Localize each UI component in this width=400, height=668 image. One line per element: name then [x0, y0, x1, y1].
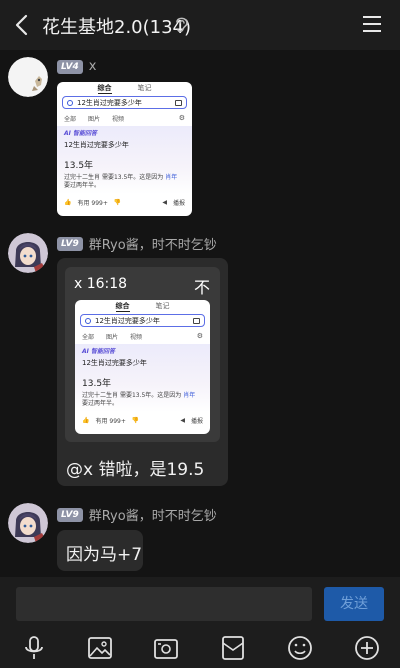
play-label: 播报 — [190, 418, 203, 425]
play-label: 播报 — [172, 200, 185, 207]
message-bubble[interactable]: 因为马+7 — [57, 530, 143, 571]
ai-desc: 过完十二生肖 需要13.5年。这是因为 肖年 要过两年半。 — [64, 174, 178, 189]
sender-name[interactable]: 群Ryo酱，时不时乞钞 — [89, 505, 217, 524]
send-button[interactable]: 发送 — [324, 587, 384, 621]
shot-subtab: 视频 — [112, 116, 125, 123]
file-icon[interactable] — [220, 635, 246, 661]
shot-ai-answer: AI 智能回答 12生肖过完要多少年 13.5年 过完十二生肖 需要13.5年。… — [75, 344, 210, 412]
shot-subtab: 全部 — [82, 334, 95, 341]
ai-answer: 13.5年 — [64, 161, 94, 171]
level-badge: LV9 — [57, 507, 83, 522]
shot-tab: 综合 — [115, 301, 130, 312]
ear-icon — [176, 17, 188, 33]
pin-icon: 不 — [193, 278, 210, 297]
shot-tab: 笔记 — [137, 84, 152, 92]
message-input[interactable] — [16, 587, 312, 621]
group-title[interactable]: 花生基地2.0(134) — [42, 13, 191, 39]
shot-subtab: 视频 — [130, 334, 143, 341]
message-text: @x 错啦，是19.5 — [66, 460, 205, 480]
sender-name[interactable]: x — [89, 59, 97, 74]
useful-count: 有用 999+ — [95, 418, 126, 425]
avatar[interactable] — [8, 503, 48, 543]
shot-subtab: 图片 — [106, 334, 119, 341]
shot-subtab: 全部 — [64, 116, 77, 123]
ai-label: AI 智能回答 — [82, 348, 115, 355]
level-badge: LV4 — [57, 59, 83, 74]
plus-icon[interactable] — [354, 635, 380, 661]
shot-tabs: 综合 笔记 — [57, 82, 192, 94]
mic-icon[interactable] — [21, 635, 47, 661]
shot-subtabs: 全部 图片 视频 ⚙ — [75, 329, 210, 344]
search-icon — [85, 317, 91, 324]
shot-tab: 笔记 — [155, 302, 170, 310]
shot-search-box: 12生肖过完要多少年 — [80, 314, 205, 327]
sender-meta: LV9 群Ryo酱，时不时乞钞 — [57, 505, 217, 524]
shot-ai-answer: AI 智能回答 12生肖过完要多少年 13.5年 过完十二生肖 需要13.5年。… — [57, 126, 192, 194]
ai-question: 12生肖过完要多少年 — [82, 359, 147, 367]
bottom-toolbar — [0, 633, 400, 668]
shot-footer: 👍 有用 999+ 👎 ◀ 播报 — [57, 194, 192, 211]
message-bubble[interactable]: x 16:18 不 综合 笔记 12生肖过完要多少年 全部 图片 视频 ⚙ AI… — [57, 258, 228, 486]
useful-count: 有用 999+ — [77, 200, 108, 207]
ai-label: AI 智能回答 — [64, 130, 97, 137]
screenshot-image[interactable]: 综合 笔记 12生肖过完要多少年 全部 图片 视频 ⚙ AI 智能回答 12生肖… — [57, 82, 192, 216]
speaker-icon: ◀ — [162, 199, 167, 206]
sender-meta: LV4 x — [57, 59, 96, 74]
shot-search-box: 12生肖过完要多少年 — [62, 96, 187, 109]
ai-question: 12生肖过完要多少年 — [64, 141, 129, 149]
camera-icon — [193, 317, 200, 324]
message-text: 因为马+7 — [66, 545, 143, 565]
sender-meta: LV9 群Ryo酱，时不时乞钞 — [57, 234, 217, 253]
back-icon[interactable] — [10, 12, 36, 38]
filter-icon: ⚙ — [196, 332, 203, 340]
thumb-down-icon: 👎 — [131, 417, 140, 424]
chat-header: 花生基地2.0(134) — [0, 0, 400, 50]
ai-answer: 13.5年 — [82, 379, 112, 389]
shot-tabs: 综合 笔记 — [75, 300, 210, 312]
search-icon — [67, 99, 73, 106]
quoted-message[interactable]: x 16:18 不 综合 笔记 12生肖过完要多少年 全部 图片 视频 ⚙ AI… — [65, 267, 220, 442]
speaker-icon: ◀ — [180, 417, 185, 424]
quote-sender-time: x 16:18 — [74, 276, 128, 292]
shot-subtabs: 全部 图片 视频 ⚙ — [57, 111, 192, 126]
shot-query: 12生肖过完要多少年 — [95, 316, 160, 325]
shot-tab: 综合 — [97, 83, 112, 94]
thumb-down-icon: 👎 — [113, 199, 122, 206]
filter-icon: ⚙ — [178, 114, 185, 122]
input-bar: 发送 — [0, 577, 400, 633]
avatar[interactable] — [8, 57, 48, 97]
camera-icon — [175, 99, 182, 106]
avatar[interactable] — [8, 233, 48, 273]
ai-desc: 过完十二生肖 需要13.5年。这是因为 肖年 要过两年半。 — [82, 392, 196, 407]
sender-name[interactable]: 群Ryo酱，时不时乞钞 — [89, 234, 217, 253]
menu-icon[interactable] — [362, 14, 382, 34]
thumb-up-icon: 👍 — [82, 417, 90, 424]
level-badge: LV9 — [57, 236, 83, 251]
screenshot-image[interactable]: 综合 笔记 12生肖过完要多少年 全部 图片 视频 ⚙ AI 智能回答 12生肖… — [75, 300, 210, 434]
emoji-icon[interactable] — [287, 635, 313, 661]
shot-query: 12生肖过完要多少年 — [77, 98, 142, 107]
camera-icon[interactable] — [153, 635, 179, 661]
image-icon[interactable] — [87, 635, 113, 661]
shot-footer: 👍 有用 999+ 👎 ◀ 播报 — [75, 412, 210, 429]
thumb-up-icon: 👍 — [64, 199, 72, 206]
shot-subtab: 图片 — [88, 116, 101, 123]
